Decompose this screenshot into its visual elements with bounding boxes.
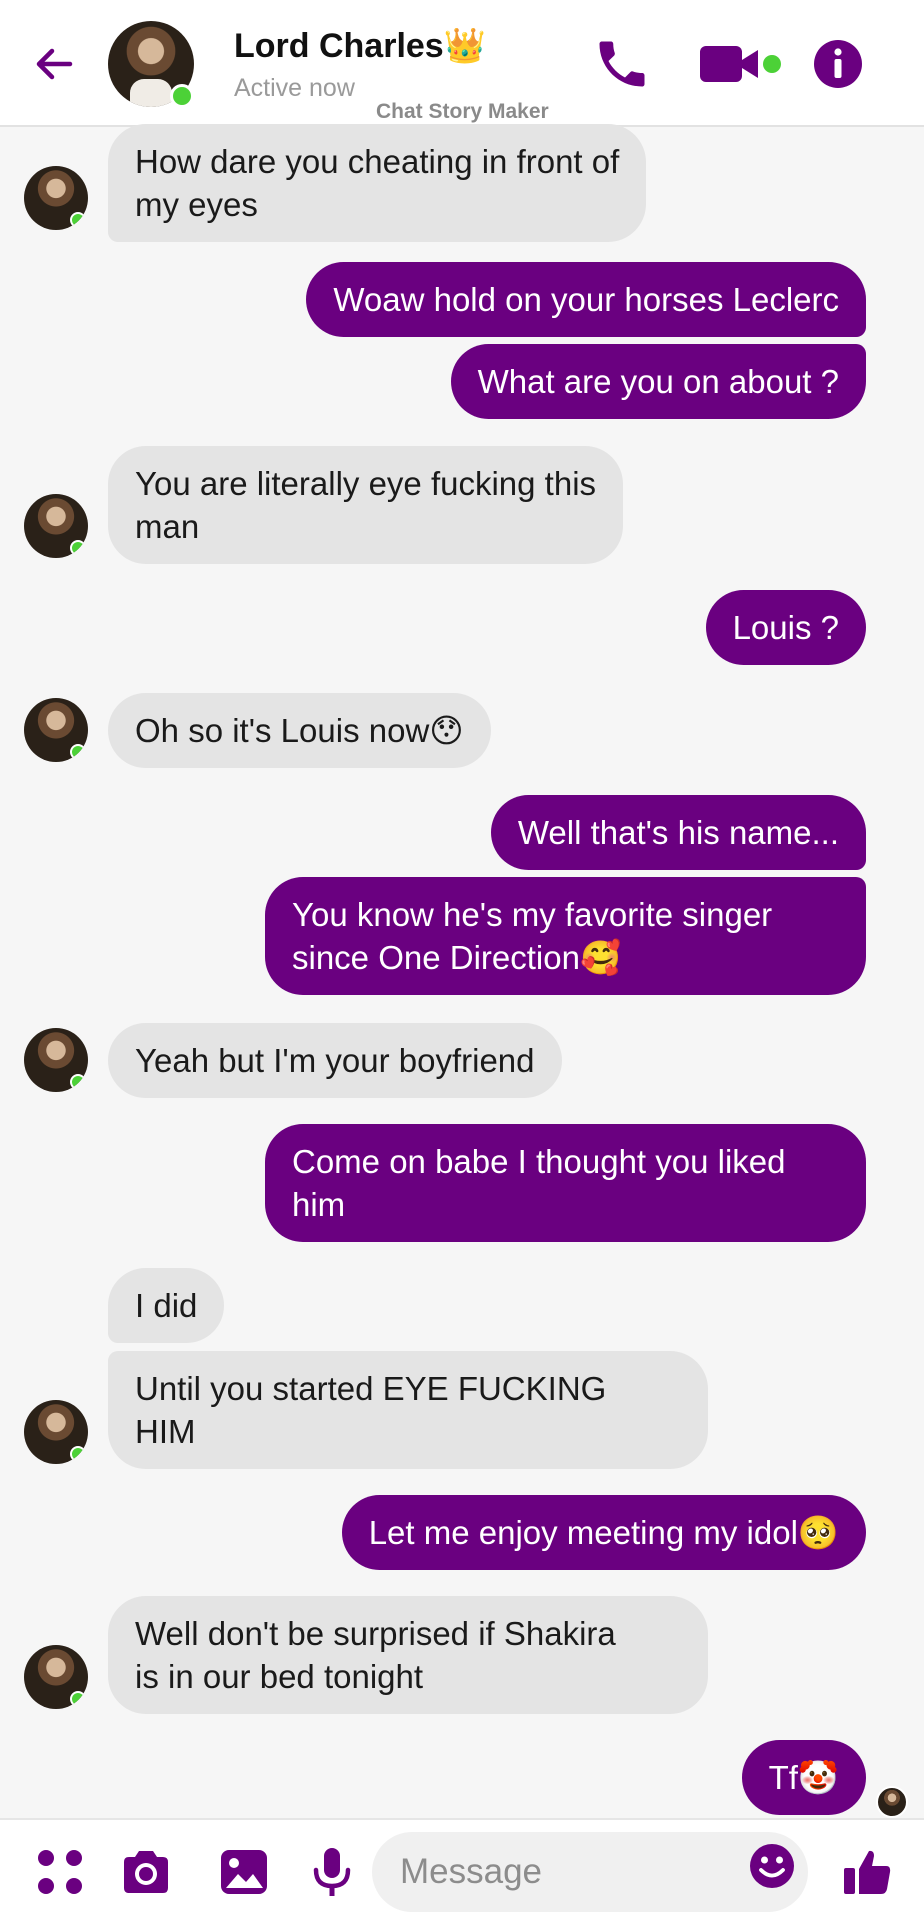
outgoing-message: Tf🤡 xyxy=(741,1740,866,1815)
incoming-message: Oh so it's Louis now😯 xyxy=(108,693,491,768)
outgoing-message: Let me enjoy meeting my idol🥺 xyxy=(341,1495,866,1570)
camera-icon[interactable] xyxy=(118,1844,174,1900)
message-placeholder: Message xyxy=(400,1852,543,1891)
apps-grid-icon[interactable] xyxy=(32,1844,88,1900)
outgoing-message: Woaw hold on your horses Leclerc xyxy=(306,262,866,337)
outgoing-message: Come on babe I thought you liked him xyxy=(265,1124,866,1242)
sender-avatar xyxy=(24,1645,88,1709)
sender-avatar xyxy=(24,494,88,558)
image-icon[interactable] xyxy=(216,1844,272,1900)
video-camera-icon[interactable] xyxy=(698,34,782,94)
outgoing-message: You know he's my favorite singer since O… xyxy=(265,877,866,995)
incoming-message: Well don't be surprised if Shakira is in… xyxy=(108,1596,708,1714)
incoming-message: Yeah but I'm your boyfriend xyxy=(108,1023,562,1098)
phone-icon[interactable] xyxy=(592,34,652,94)
outgoing-message: Louis ? xyxy=(705,590,866,665)
incoming-message: You are literally eye fucking this man xyxy=(108,446,624,564)
watermark: Chat Story Maker xyxy=(376,100,549,123)
microphone-icon[interactable] xyxy=(304,1844,360,1900)
chat-header: Lord Charles👑 Active now Chat Story Make… xyxy=(0,0,924,127)
info-icon[interactable] xyxy=(810,34,866,94)
online-indicator xyxy=(170,84,194,108)
incoming-message: Until you started EYE FUCKING HIM xyxy=(108,1351,708,1469)
contact-name[interactable]: Lord Charles👑 xyxy=(234,26,486,66)
sender-avatar xyxy=(24,1400,88,1464)
incoming-message: I did xyxy=(108,1268,225,1343)
outgoing-message: Well that's his name... xyxy=(490,795,866,870)
composer-bar: Message xyxy=(0,1818,924,1920)
outgoing-message: What are you on about ? xyxy=(450,344,866,419)
incoming-message: How dare you cheating in front of my eye… xyxy=(108,124,647,242)
sender-avatar xyxy=(24,1028,88,1092)
message-input[interactable]: Message xyxy=(372,1832,808,1912)
thumbs-up-icon[interactable] xyxy=(840,1844,896,1900)
back-arrow-icon[interactable] xyxy=(30,40,78,88)
seen-receipt-avatar xyxy=(876,1786,908,1818)
contact-status: Active now xyxy=(234,74,355,102)
sender-avatar xyxy=(24,166,88,230)
sender-avatar xyxy=(24,698,88,762)
emoji-icon[interactable] xyxy=(748,1842,796,1890)
